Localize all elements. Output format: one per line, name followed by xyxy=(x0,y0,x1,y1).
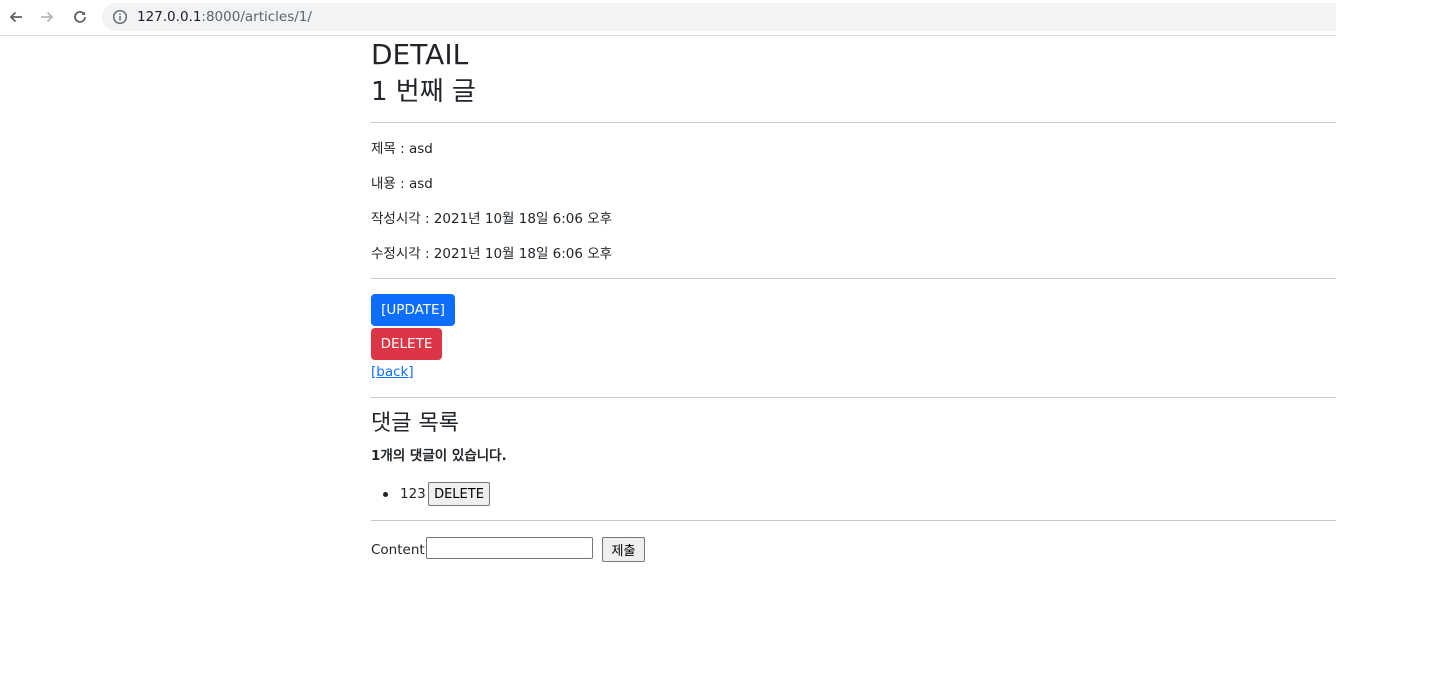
divider xyxy=(371,278,1336,279)
article-content: 내용 : asd xyxy=(371,176,433,192)
reload-icon[interactable] xyxy=(70,7,90,27)
back-arrow-icon[interactable] xyxy=(6,7,26,27)
update-button[interactable]: [UPDATE] xyxy=(371,294,455,326)
comment-count: 1개의 댓글이 있습니다. xyxy=(371,448,507,464)
article-title: 제목 : asd xyxy=(371,141,433,157)
forward-arrow-icon[interactable] xyxy=(37,7,57,27)
divider xyxy=(371,520,1336,521)
info-icon[interactable] xyxy=(112,9,128,25)
address-bar[interactable]: 127.0.0.1:8000/articles/1/ xyxy=(102,3,1336,31)
bullet-icon xyxy=(383,492,388,497)
url-host: 127.0.0.1 xyxy=(137,9,202,25)
delete-article-button[interactable]: DELETE xyxy=(371,328,442,360)
content-label: Content: xyxy=(371,542,430,558)
delete-comment-button[interactable]: DELETE xyxy=(428,482,490,506)
submit-button[interactable]: 제출 xyxy=(602,537,645,562)
comment-list: 123 DELETE xyxy=(371,482,771,506)
back-link[interactable]: [back] xyxy=(371,364,414,380)
page-title: DETAIL xyxy=(371,38,469,71)
article-created-at: 작성시각 : 2021년 10월 18일 6:06 오후 xyxy=(371,211,613,227)
comment-content-input[interactable] xyxy=(426,537,593,559)
browser-toolbar: 127.0.0.1:8000/articles/1/ xyxy=(0,0,1336,36)
divider xyxy=(371,397,1336,398)
comments-heading: 댓글 목록 xyxy=(371,411,459,436)
divider xyxy=(371,122,1336,123)
url-path: :8000/articles/1/ xyxy=(201,9,312,25)
article-updated-at: 수정시각 : 2021년 10월 18일 6:06 오후 xyxy=(371,246,613,262)
comment-item: 123 DELETE xyxy=(371,482,771,506)
comment-text: 123 xyxy=(400,486,426,502)
url-text: 127.0.0.1:8000/articles/1/ xyxy=(137,9,312,25)
article-number-heading: 1 번째 글 xyxy=(371,77,476,107)
